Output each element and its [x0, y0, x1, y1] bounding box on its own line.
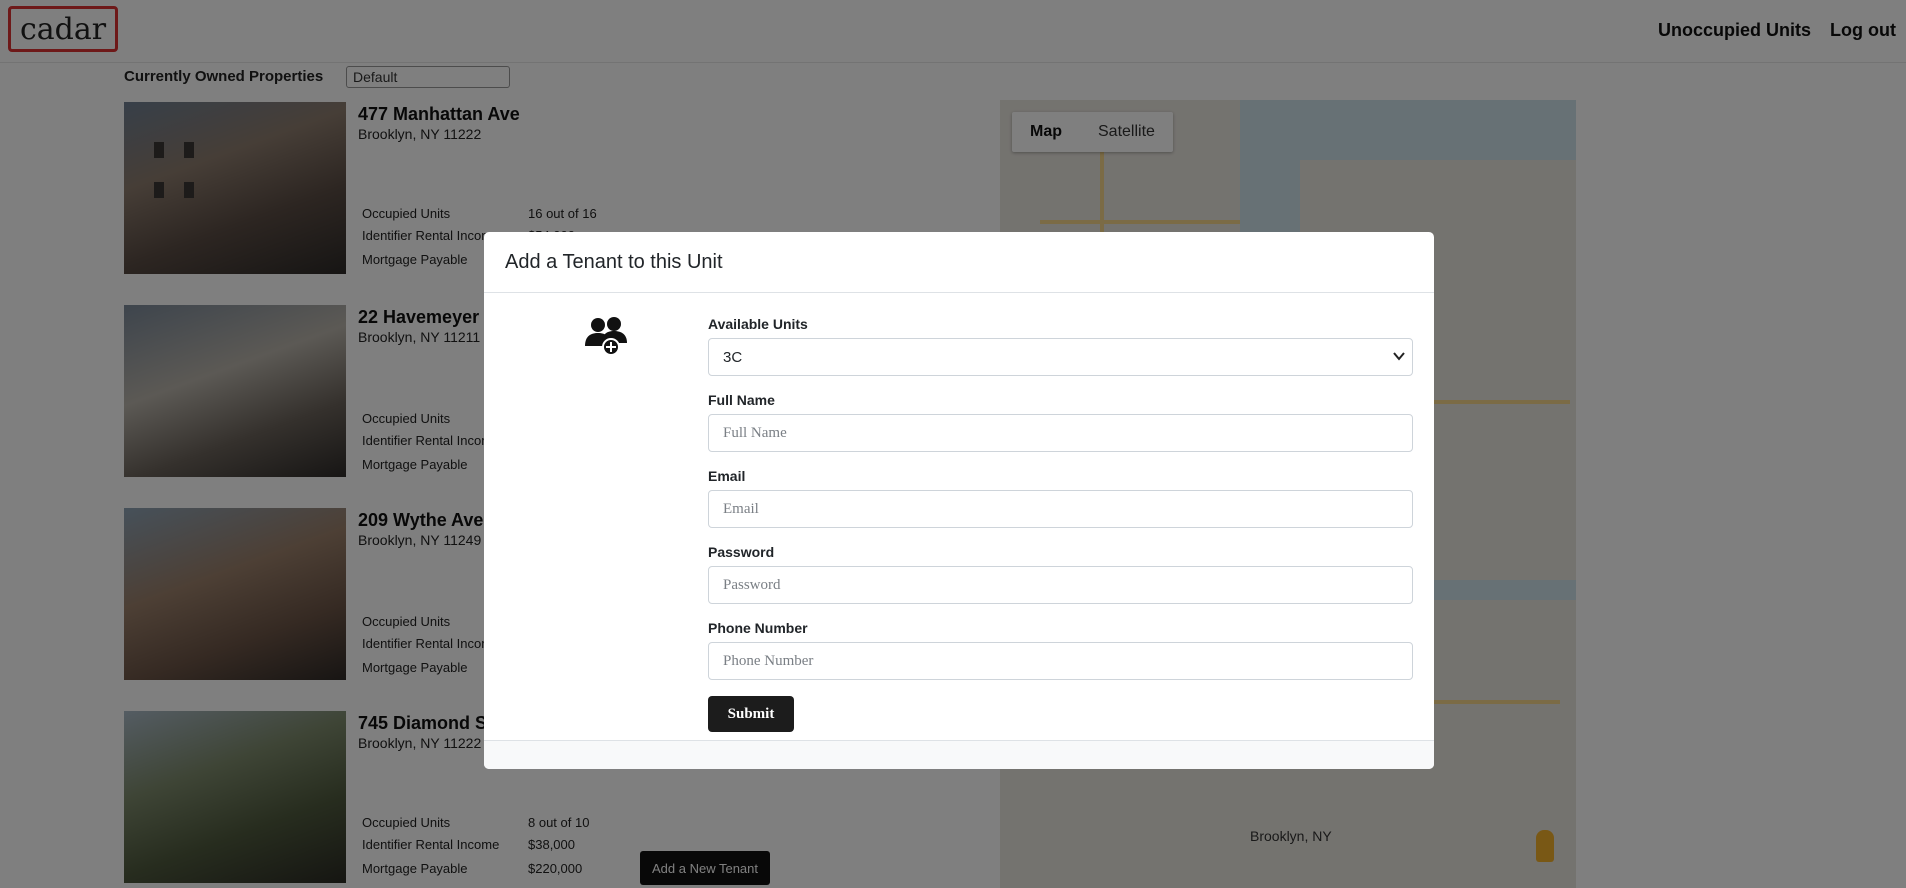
full-name-label: Full Name: [708, 392, 775, 408]
available-units-select[interactable]: 3C: [708, 338, 1413, 376]
phone-input[interactable]: [708, 642, 1413, 680]
modal-footer: [484, 740, 1434, 769]
modal-header: Add a Tenant to this Unit: [484, 232, 1434, 293]
phone-label: Phone Number: [708, 620, 808, 636]
full-name-input[interactable]: [708, 414, 1413, 452]
tenant-form: Available Units 3C Full Name Email Passw…: [708, 316, 1413, 732]
submit-button[interactable]: Submit: [708, 696, 794, 732]
password-input[interactable]: [708, 566, 1413, 604]
password-label: Password: [708, 544, 775, 560]
add-tenant-modal: Add a Tenant to this Unit Available Unit…: [484, 232, 1434, 769]
email-input[interactable]: [708, 490, 1413, 528]
email-label: Email: [708, 468, 746, 484]
modal-title: Add a Tenant to this Unit: [505, 250, 723, 273]
selected-unit: 3C: [723, 348, 743, 366]
units-label: Available Units: [708, 316, 808, 332]
user-plus-icon: [585, 317, 627, 356]
chevron-down-icon: [1393, 352, 1405, 361]
